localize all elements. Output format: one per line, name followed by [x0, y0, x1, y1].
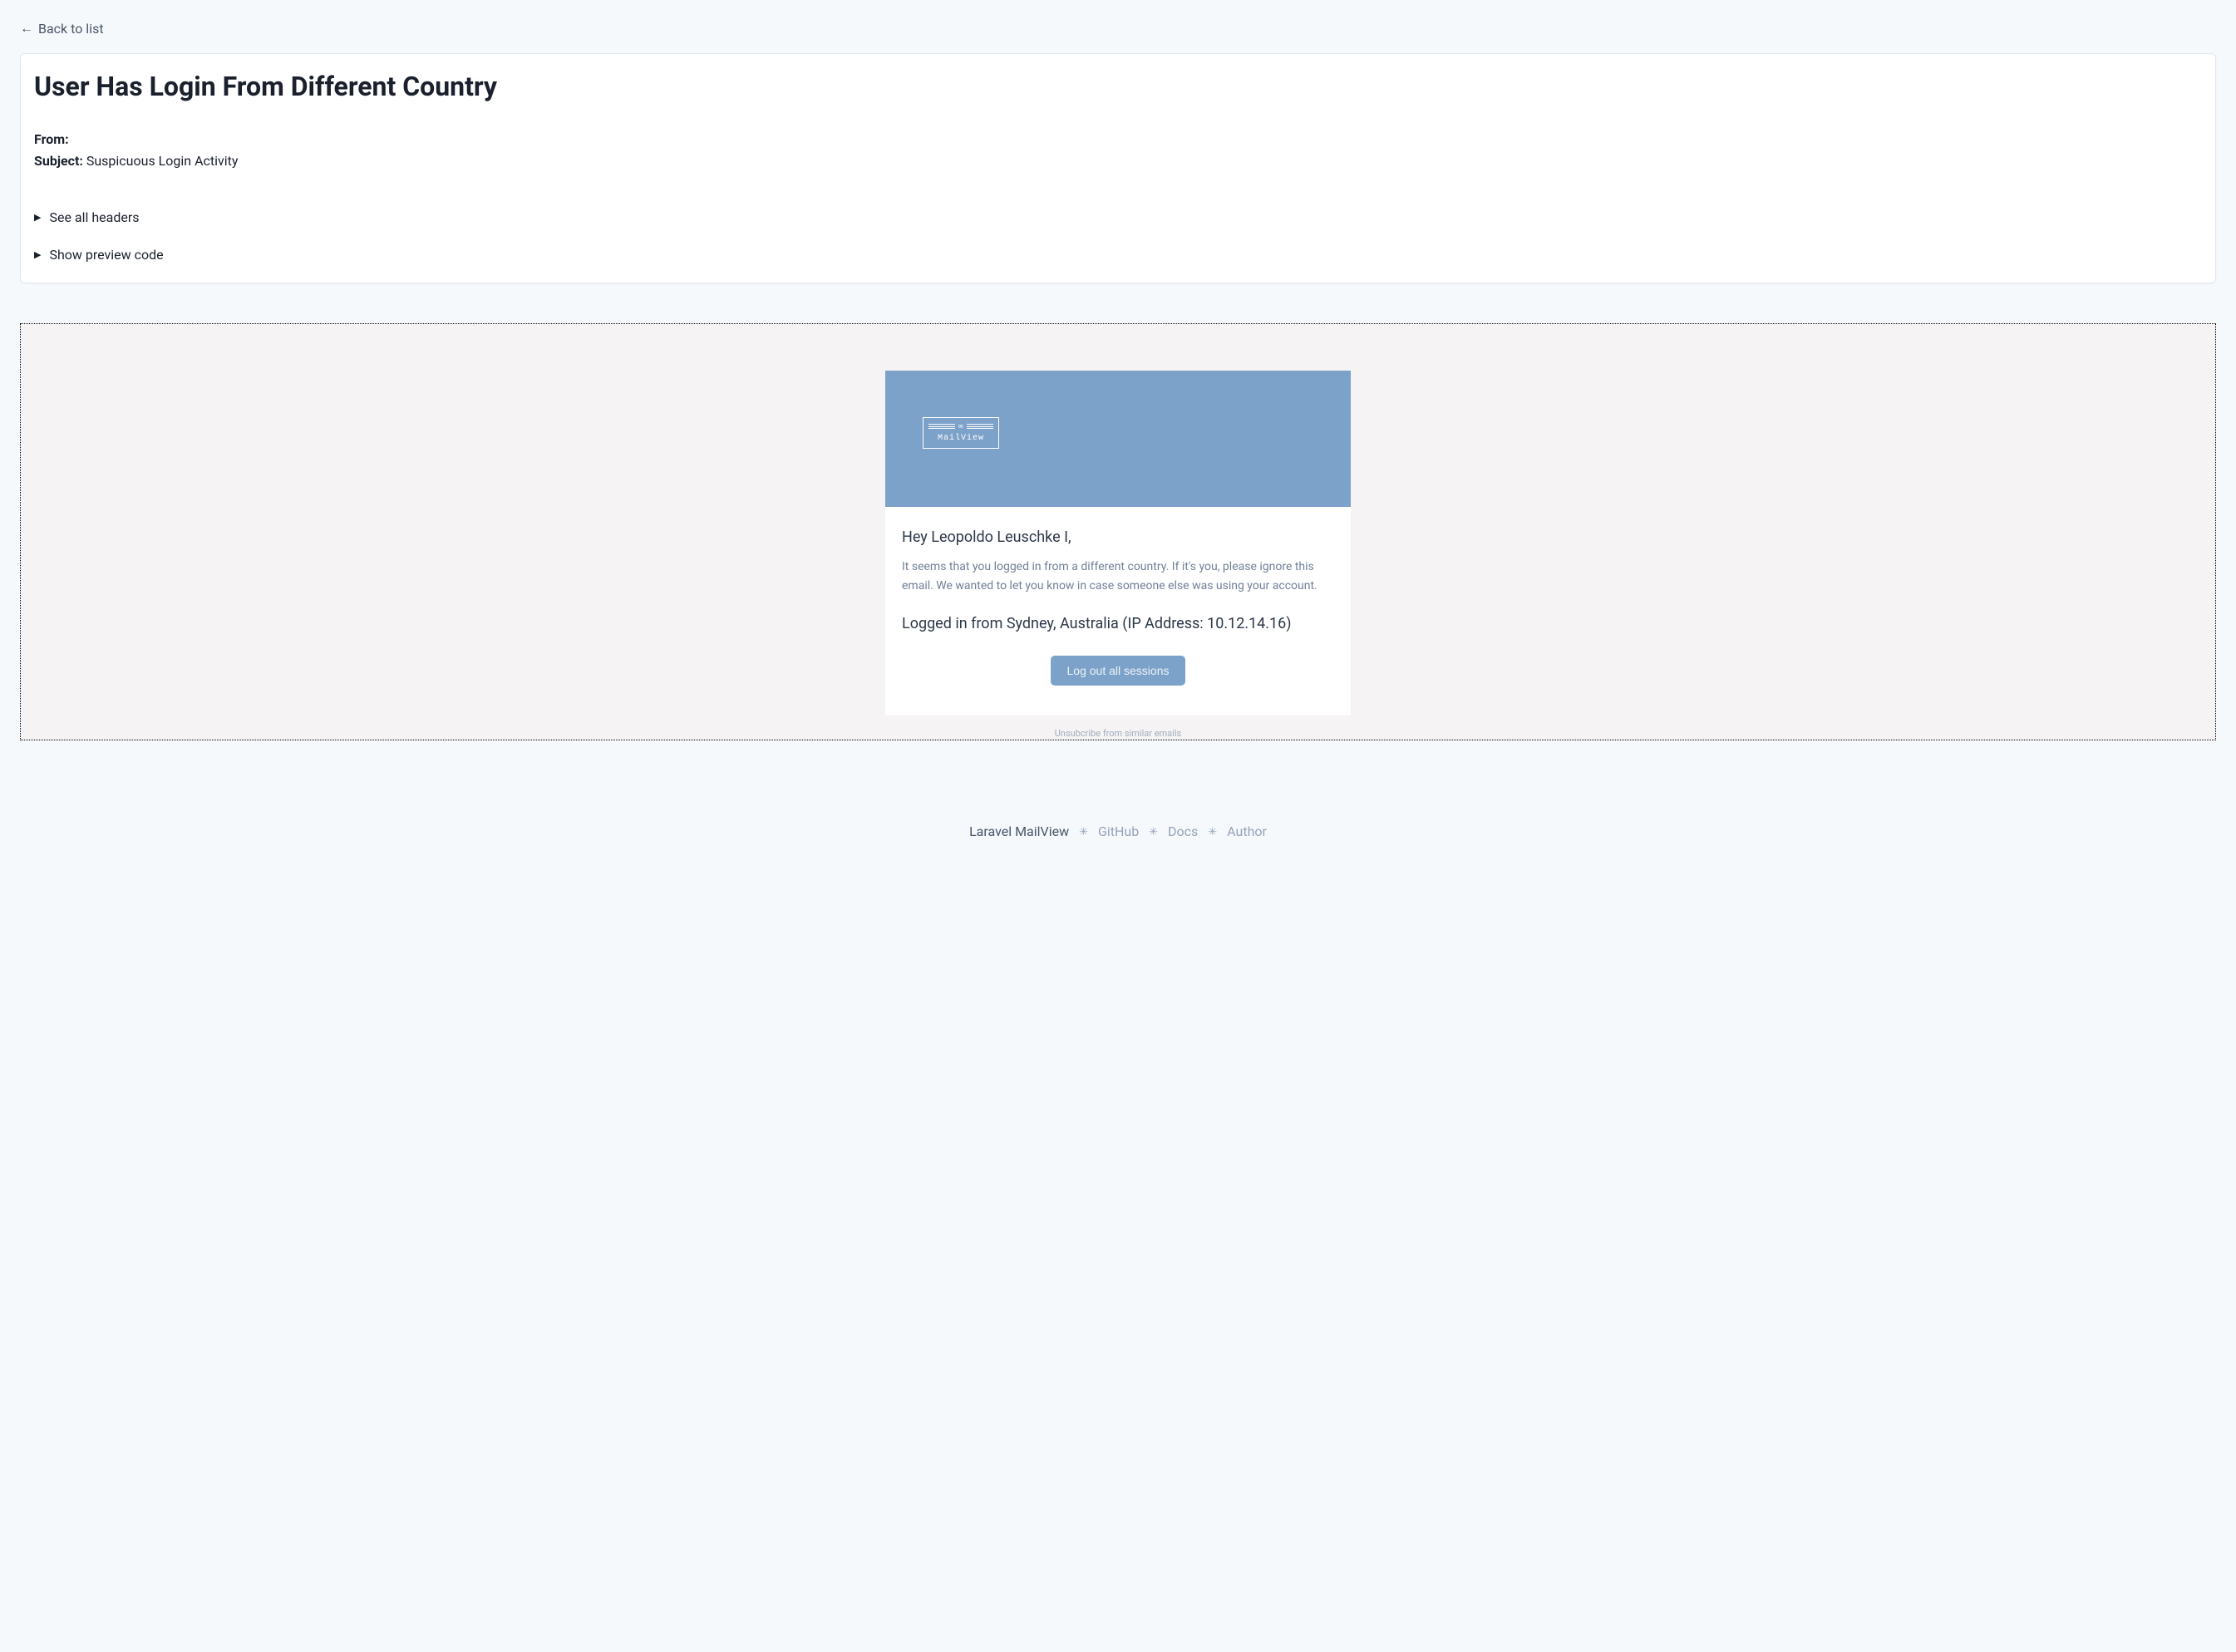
email-preview-frame: ✉ MailView Hey Leopoldo Leuschke I, It s…	[20, 323, 2216, 740]
subject-value: Suspicuous Login Activity	[86, 153, 239, 169]
email-container: ✉ MailView Hey Leopoldo Leuschke I, It s…	[885, 371, 1351, 740]
footer-link-docs[interactable]: Docs	[1168, 824, 1198, 839]
footer-link-github[interactable]: GitHub	[1098, 824, 1139, 839]
mail-title: User Has Login From Different Country	[34, 71, 2202, 102]
show-preview-code-toggle[interactable]: Show preview code	[34, 243, 2202, 266]
footer-link-author[interactable]: Author	[1227, 824, 1267, 839]
show-preview-code-label: Show preview code	[49, 247, 163, 263]
email-description: It seems that you logged in from a diffe…	[902, 558, 1334, 595]
mail-detail-card: User Has Login From Different Country Fr…	[20, 53, 2216, 283]
mailview-logo: ✉ MailView	[923, 417, 999, 449]
back-link-label: Back to list	[38, 21, 104, 37]
asterisk-icon: ✳	[1149, 826, 1158, 838]
email-footer: Unsubcribe from similar emails	[885, 715, 1351, 740]
mail-meta: From: Subject: Suspicuous Login Activity	[34, 129, 2202, 171]
arrow-left-icon: ←	[20, 20, 33, 37]
email-body: Hey Leopoldo Leuschke I, It seems that y…	[885, 507, 1351, 715]
unsubscribe-link[interactable]: Unsubcribe from similar emails	[1055, 728, 1181, 739]
see-all-headers-toggle[interactable]: See all headers	[34, 206, 2202, 229]
subject-label: Subject:	[34, 153, 83, 169]
email-header: ✉ MailView	[885, 371, 1351, 507]
asterisk-icon: ✳	[1079, 826, 1088, 838]
from-label: From:	[34, 131, 69, 147]
logo-text: MailView	[923, 431, 998, 443]
see-all-headers-label: See all headers	[49, 209, 139, 225]
page-footer: Laravel MailView ✳ GitHub ✳ Docs ✳ Autho…	[20, 807, 2216, 864]
back-to-list-link[interactable]: ← Back to list	[20, 20, 104, 37]
logout-all-sessions-button[interactable]: Log out all sessions	[1051, 656, 1186, 686]
envelope-icon: ✉	[958, 422, 963, 430]
email-greeting: Hey Leopoldo Leuschke I,	[902, 529, 1334, 546]
asterisk-icon: ✳	[1208, 826, 1217, 838]
spacer	[34, 171, 2202, 191]
logo-line-right-icon	[967, 424, 993, 429]
logo-line-left-icon	[928, 424, 955, 429]
footer-brand: Laravel MailView	[969, 824, 1069, 839]
email-login-info: Logged in from Sydney, Australia (IP Add…	[902, 615, 1334, 632]
